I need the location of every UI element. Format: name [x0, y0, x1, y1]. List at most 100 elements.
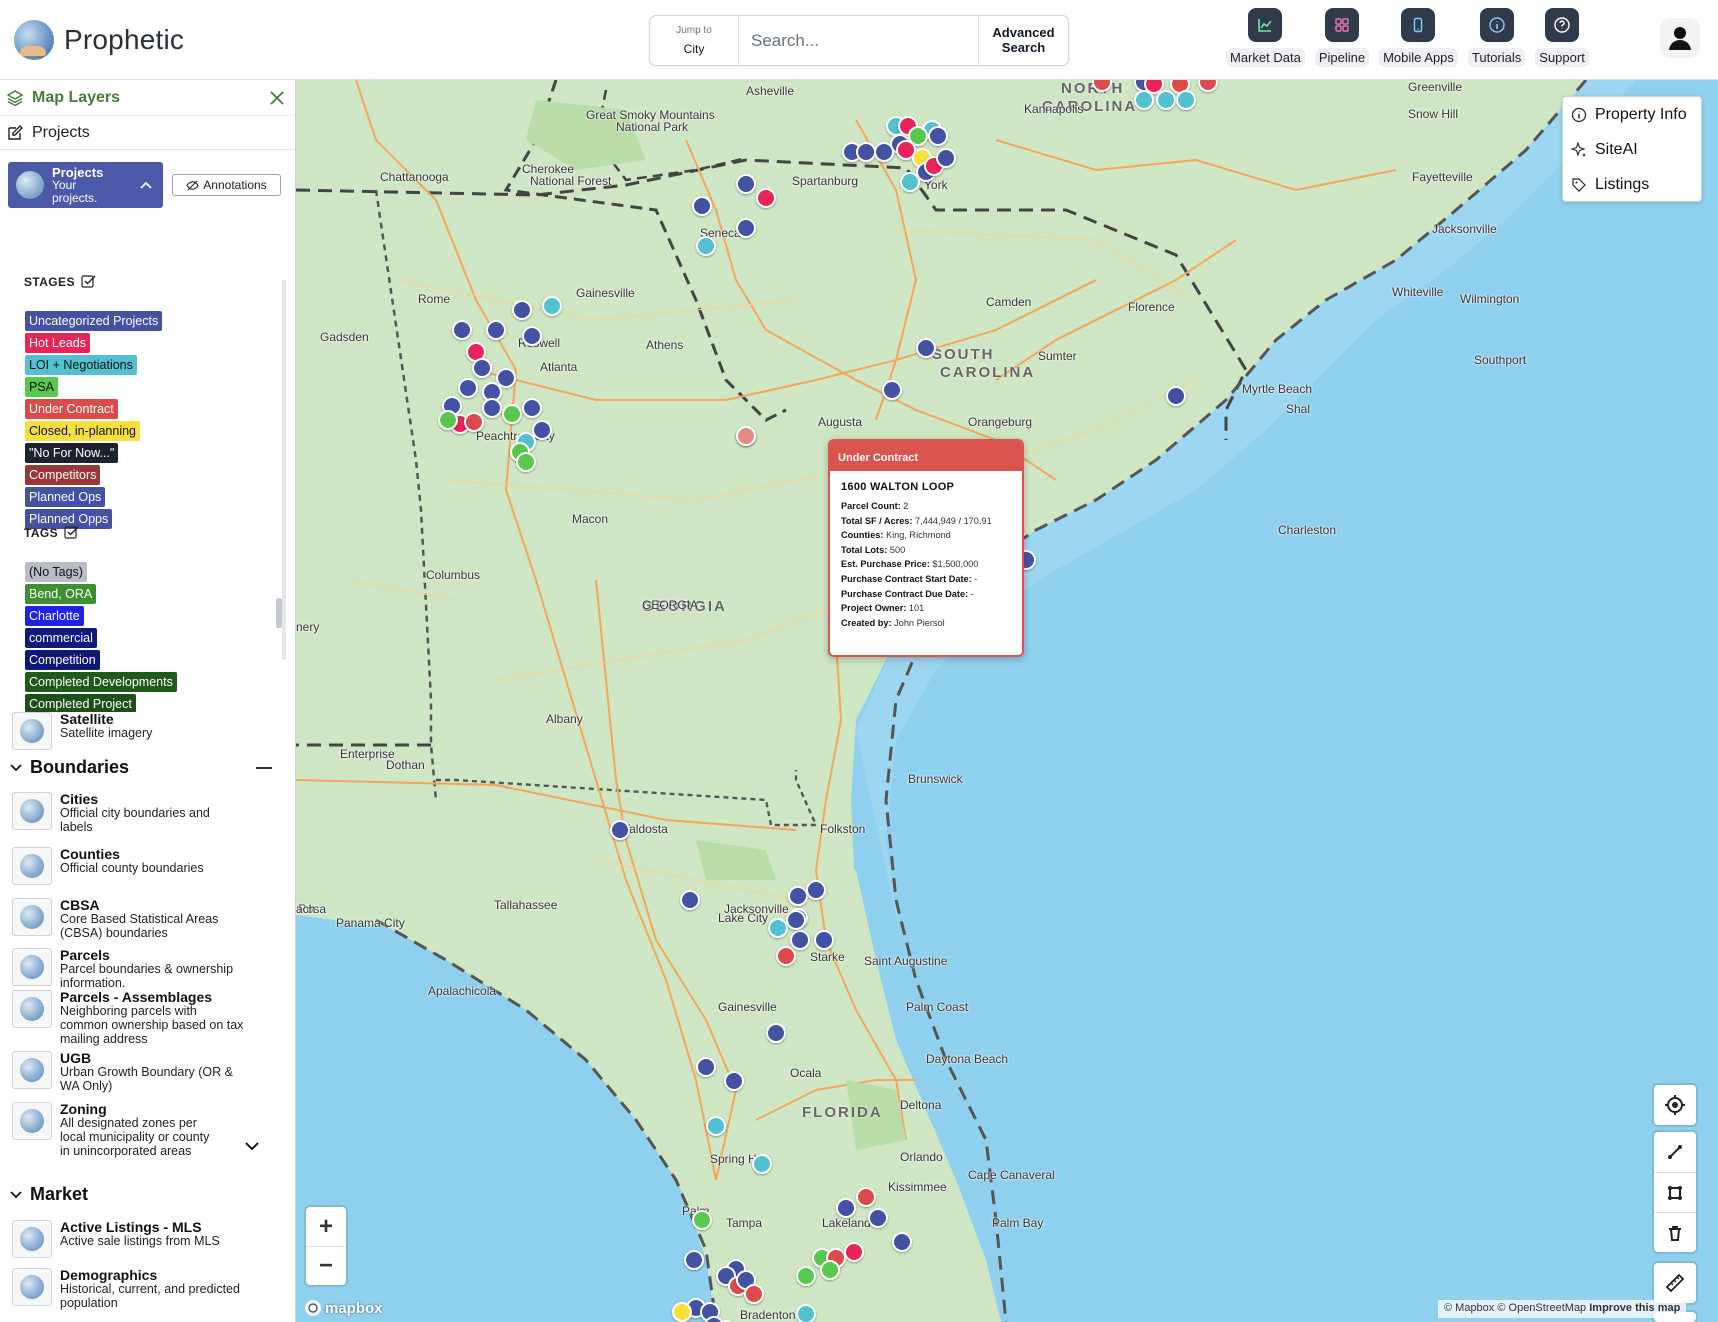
project-popup[interactable]: Under Contract 1600 WALTON LOOP Parcel C… — [828, 439, 1024, 657]
project-pin[interactable] — [786, 910, 806, 930]
nav-tutorials[interactable]: Tutorials — [1467, 8, 1526, 67]
stage-chip[interactable]: PSA — [25, 377, 59, 397]
checkbox-checked-icon[interactable] — [81, 274, 96, 289]
project-pin[interactable] — [486, 320, 506, 340]
project-pin[interactable] — [1176, 90, 1196, 110]
project-pin[interactable] — [1134, 90, 1154, 110]
user-avatar[interactable] — [1660, 18, 1700, 58]
layer-parcels-assemblages[interactable]: Parcels - Assemblages Neighboring parcels… — [12, 989, 282, 1047]
project-pin[interactable] — [752, 1154, 772, 1174]
project-pin[interactable] — [724, 1071, 744, 1091]
layer-counties[interactable]: Counties Official county boundaries — [12, 846, 282, 885]
layer-zoning[interactable]: Zoning All designated zones per local muni… — [12, 1101, 282, 1159]
project-pin[interactable] — [776, 946, 796, 966]
draw-line-button[interactable] — [1654, 1132, 1696, 1172]
property-info-button[interactable]: Property Info — [1563, 97, 1701, 132]
minus-icon[interactable] — [256, 766, 272, 770]
project-pin[interactable] — [680, 890, 700, 910]
project-pin[interactable] — [836, 1198, 856, 1218]
close-icon[interactable] — [267, 88, 287, 108]
siteai-button[interactable]: SiteAI — [1563, 132, 1701, 167]
project-pin[interactable] — [452, 320, 472, 340]
brand[interactable]: Prophetic — [14, 18, 184, 62]
project-pin[interactable] — [882, 380, 902, 400]
osm-attribution-link[interactable]: © OpenStreetMap — [1497, 1302, 1586, 1314]
annotations-button[interactable]: Annotations — [172, 174, 281, 196]
project-pin[interactable] — [696, 1057, 716, 1077]
layer-satellite[interactable]: Satellite Satellite imagery — [12, 711, 282, 750]
projects-layer-card[interactable]: Projects Your projects. — [8, 162, 163, 208]
project-pin[interactable] — [768, 918, 788, 938]
project-pin[interactable] — [928, 126, 948, 146]
project-pin[interactable] — [892, 1232, 912, 1252]
project-pin[interactable] — [744, 1284, 764, 1304]
zoom-out-button[interactable]: − — [306, 1246, 346, 1285]
stage-chip[interactable]: Planned Ops — [25, 487, 106, 507]
boundaries-group-toggle[interactable]: Boundaries — [10, 757, 129, 778]
tag-chip[interactable]: Completed Developments — [25, 672, 177, 692]
stage-chip[interactable]: LOI + Negotiations — [25, 355, 137, 375]
tag-chip[interactable]: Bend, ORA — [25, 584, 97, 604]
delete-drawing-button[interactable] — [1654, 1212, 1696, 1252]
project-pin[interactable] — [542, 296, 562, 316]
project-pin[interactable] — [844, 1242, 864, 1262]
project-pin[interactable] — [806, 880, 826, 900]
tag-chip[interactable]: commercial — [25, 628, 97, 648]
improve-map-link[interactable]: Improve this map — [1589, 1302, 1680, 1314]
project-pin[interactable] — [820, 1260, 840, 1280]
stage-chip[interactable]: Uncategorized Projects — [25, 311, 163, 331]
nav-support[interactable]: Support — [1535, 8, 1589, 67]
project-pin[interactable] — [796, 1266, 816, 1286]
project-pin[interactable] — [472, 358, 492, 378]
zoom-in-button[interactable]: + — [306, 1207, 346, 1246]
project-pin[interactable] — [706, 1116, 726, 1136]
scrollbar-thumb[interactable] — [276, 598, 282, 628]
stage-chip[interactable]: Hot Leads — [25, 333, 90, 353]
stage-chip[interactable]: "No For Now..." — [25, 443, 119, 463]
project-pin[interactable] — [874, 142, 894, 162]
project-pin[interactable] — [672, 1302, 692, 1322]
project-pin[interactable] — [766, 1023, 786, 1043]
project-pin[interactable] — [1166, 386, 1186, 406]
project-pin[interactable] — [458, 378, 478, 398]
project-pin[interactable] — [736, 218, 756, 238]
stage-chip[interactable]: Under Contract — [25, 399, 118, 419]
layer-cities[interactable]: Cities Official city boundaries and labels — [12, 791, 282, 835]
project-pin[interactable] — [696, 236, 716, 256]
nav-mobile-apps[interactable]: Mobile Apps — [1379, 8, 1458, 67]
project-pin[interactable] — [1156, 90, 1176, 110]
project-pin[interactable] — [464, 412, 484, 432]
project-pin[interactable] — [522, 326, 542, 346]
layer-ugb[interactable]: UGB Urban Growth Boundary (OR & WA Only) — [12, 1050, 282, 1094]
tag-chip[interactable]: (No Tags) — [25, 562, 87, 582]
mapbox-attribution-link[interactable]: © Mapbox — [1444, 1302, 1494, 1314]
mapbox-logo[interactable]: mapbox — [304, 1299, 383, 1317]
tag-chip[interactable]: Completed Project — [25, 694, 136, 712]
project-pin[interactable] — [790, 930, 810, 950]
project-pin[interactable] — [512, 300, 532, 320]
layer-demographics[interactable]: Demographics Historical, current, and pre… — [12, 1267, 282, 1311]
chevron-up-icon[interactable] — [139, 180, 153, 190]
layer-active-listings-mls[interactable]: Active Listings - MLS Active sale listing… — [12, 1219, 282, 1258]
stage-chip[interactable]: Closed, in-planning — [25, 421, 141, 441]
jump-to-selector[interactable]: Jump to City — [650, 16, 739, 65]
project-pin[interactable] — [788, 886, 808, 906]
project-pin[interactable] — [936, 148, 956, 168]
project-pin[interactable] — [916, 338, 936, 358]
project-pin[interactable] — [610, 820, 630, 840]
geolocate-button[interactable] — [1654, 1085, 1696, 1125]
search-input[interactable] — [739, 16, 978, 65]
draw-polygon-button[interactable] — [1654, 1172, 1696, 1212]
listings-button[interactable]: Listings — [1563, 167, 1701, 202]
chevron-down-icon[interactable] — [244, 1140, 260, 1152]
projects-row[interactable]: Projects — [0, 116, 295, 150]
measure-button[interactable] — [1654, 1263, 1696, 1303]
project-pin[interactable] — [814, 930, 834, 950]
layer-parcels[interactable]: Parcels Parcel boundaries & ownership info… — [12, 947, 282, 991]
map-canvas[interactable]: NORTH CAROLINA SOUTH CAROLINA GEORGIA FL… — [296, 80, 1718, 1322]
project-pin[interactable] — [900, 172, 920, 192]
project-pin[interactable] — [756, 188, 776, 208]
tag-chip[interactable]: Competition — [25, 650, 100, 670]
project-pin[interactable] — [482, 398, 502, 418]
project-pin[interactable] — [438, 410, 458, 430]
